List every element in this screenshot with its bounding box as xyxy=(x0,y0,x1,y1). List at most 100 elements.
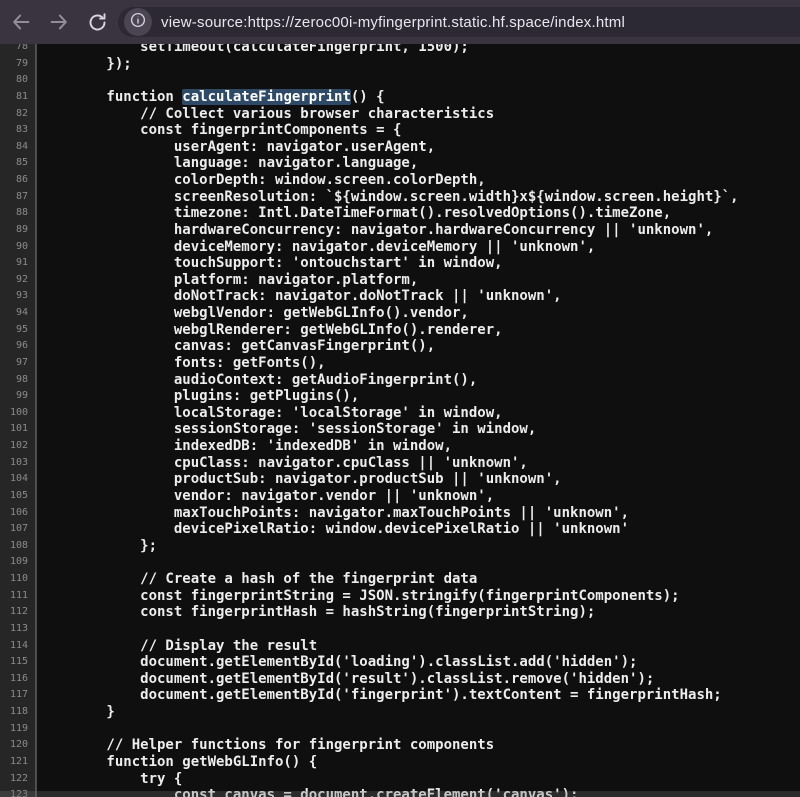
code-line: screenResolution: `${window.screen.width… xyxy=(39,189,800,206)
search-highlight: calculateFingerprint xyxy=(182,89,351,105)
line-number: 88 xyxy=(0,205,35,222)
line-number-gutter: 7879808182838485868788899091929394959697… xyxy=(0,44,37,797)
line-number: 100 xyxy=(0,405,35,422)
line-number: 119 xyxy=(0,721,35,738)
info-icon xyxy=(129,11,147,34)
line-number: 83 xyxy=(0,122,35,139)
code-line: plugins: getPlugins(), xyxy=(39,388,800,405)
code-line: }; xyxy=(39,538,800,555)
code-line: localStorage: 'localStorage' in window, xyxy=(39,405,800,422)
code-line: canvas: getCanvasFingerprint(), xyxy=(39,338,800,355)
line-number: 112 xyxy=(0,604,35,621)
code-line: devicePixelRatio: window.devicePixelRati… xyxy=(39,521,800,538)
code-line: colorDepth: window.screen.colorDepth, xyxy=(39,172,800,189)
line-number: 101 xyxy=(0,421,35,438)
horizontal-scrollbar[interactable] xyxy=(0,791,800,797)
line-number: 102 xyxy=(0,438,35,455)
line-number: 82 xyxy=(0,106,35,123)
line-number: 89 xyxy=(0,222,35,239)
line-number: 78 xyxy=(0,44,35,56)
forward-button[interactable] xyxy=(42,5,76,39)
line-number: 117 xyxy=(0,687,35,704)
code-line: cpuClass: navigator.cpuClass || 'unknown… xyxy=(39,455,800,472)
code-line: // Display the result xyxy=(39,638,800,655)
line-number: 87 xyxy=(0,189,35,206)
line-number: 122 xyxy=(0,771,35,788)
code-line: document.getElementById('fingerprint').t… xyxy=(39,687,800,704)
line-number: 120 xyxy=(0,737,35,754)
line-number: 113 xyxy=(0,621,35,638)
code-line: document.getElementById('loading').class… xyxy=(39,654,800,671)
code-line xyxy=(39,721,800,738)
code-line: language: navigator.language, xyxy=(39,155,800,172)
code-line: hardwareConcurrency: navigator.hardwareC… xyxy=(39,222,800,239)
line-number: 116 xyxy=(0,671,35,688)
code-line xyxy=(39,72,800,89)
line-number: 80 xyxy=(0,72,35,89)
gutter-numbers: 7879808182838485868788899091929394959697… xyxy=(0,44,35,797)
code-line: touchSupport: 'ontouchstart' in window, xyxy=(39,255,800,272)
line-number: 98 xyxy=(0,372,35,389)
code-line: // Create a hash of the fingerprint data xyxy=(39,571,800,588)
code-line: timezone: Intl.DateTimeFormat().resolved… xyxy=(39,205,800,222)
line-number: 110 xyxy=(0,571,35,588)
code-line: document.getElementById('result').classL… xyxy=(39,671,800,688)
line-number: 90 xyxy=(0,239,35,256)
code-lines: setTimeout(calculateFingerprint, 1500); … xyxy=(39,44,800,797)
line-number: 81 xyxy=(0,89,35,106)
line-number: 121 xyxy=(0,754,35,771)
code-line: const fingerprintString = JSON.stringify… xyxy=(39,588,800,605)
line-number: 114 xyxy=(0,638,35,655)
line-number: 85 xyxy=(0,155,35,172)
browser-toolbar: view-source:https://zeroc00i-myfingerpri… xyxy=(0,0,800,44)
code-line: webglRenderer: getWebGLInfo().renderer, xyxy=(39,322,800,339)
line-number: 99 xyxy=(0,388,35,405)
code-line: webglVendor: getWebGLInfo().vendor, xyxy=(39,305,800,322)
code-line: maxTouchPoints: navigator.maxTouchPoints… xyxy=(39,505,800,522)
code-pane: setTimeout(calculateFingerprint, 1500); … xyxy=(39,44,800,797)
line-number: 95 xyxy=(0,322,35,339)
code-line: platform: navigator.platform, xyxy=(39,272,800,289)
code-line: doNotTrack: navigator.doNotTrack || 'unk… xyxy=(39,288,800,305)
line-number: 96 xyxy=(0,338,35,355)
line-number: 79 xyxy=(0,56,35,73)
back-arrow-icon xyxy=(10,11,32,33)
code-line: userAgent: navigator.userAgent, xyxy=(39,139,800,156)
refresh-button[interactable] xyxy=(80,5,114,39)
code-line: vendor: navigator.vendor || 'unknown', xyxy=(39,488,800,505)
url-bar[interactable]: view-source:https://zeroc00i-myfingerpri… xyxy=(118,7,800,37)
code-line: setTimeout(calculateFingerprint, 1500); xyxy=(39,44,800,56)
back-button[interactable] xyxy=(4,5,38,39)
line-number: 93 xyxy=(0,288,35,305)
code-line: const fingerprintComponents = { xyxy=(39,122,800,139)
line-number: 105 xyxy=(0,488,35,505)
code-line: // Helper functions for fingerprint comp… xyxy=(39,737,800,754)
code-line: function calculateFingerprint() { xyxy=(39,89,800,106)
code-line: const fingerprintHash = hashString(finge… xyxy=(39,604,800,621)
code-line: } xyxy=(39,704,800,721)
line-number: 106 xyxy=(0,505,35,522)
code-line xyxy=(39,554,800,571)
url-text: view-source:https://zeroc00i-myfingerpri… xyxy=(161,14,625,31)
code-line: fonts: getFonts(), xyxy=(39,355,800,372)
line-number: 109 xyxy=(0,554,35,571)
forward-arrow-icon xyxy=(48,11,70,33)
line-number: 86 xyxy=(0,172,35,189)
line-number: 118 xyxy=(0,704,35,721)
page-info-button[interactable] xyxy=(124,8,152,36)
line-number: 115 xyxy=(0,654,35,671)
code-line xyxy=(39,621,800,638)
code-line: // Collect various browser characteristi… xyxy=(39,106,800,123)
line-number: 104 xyxy=(0,471,35,488)
line-number: 84 xyxy=(0,139,35,156)
line-number: 92 xyxy=(0,272,35,289)
line-number: 111 xyxy=(0,588,35,605)
code-line: audioContext: getAudioFingerprint(), xyxy=(39,372,800,389)
line-number: 91 xyxy=(0,255,35,272)
code-line: deviceMemory: navigator.deviceMemory || … xyxy=(39,239,800,256)
code-line: try { xyxy=(39,771,800,788)
line-number: 108 xyxy=(0,538,35,555)
refresh-icon xyxy=(87,12,108,33)
code-line: indexedDB: 'indexedDB' in window, xyxy=(39,438,800,455)
code-line: sessionStorage: 'sessionStorage' in wind… xyxy=(39,421,800,438)
